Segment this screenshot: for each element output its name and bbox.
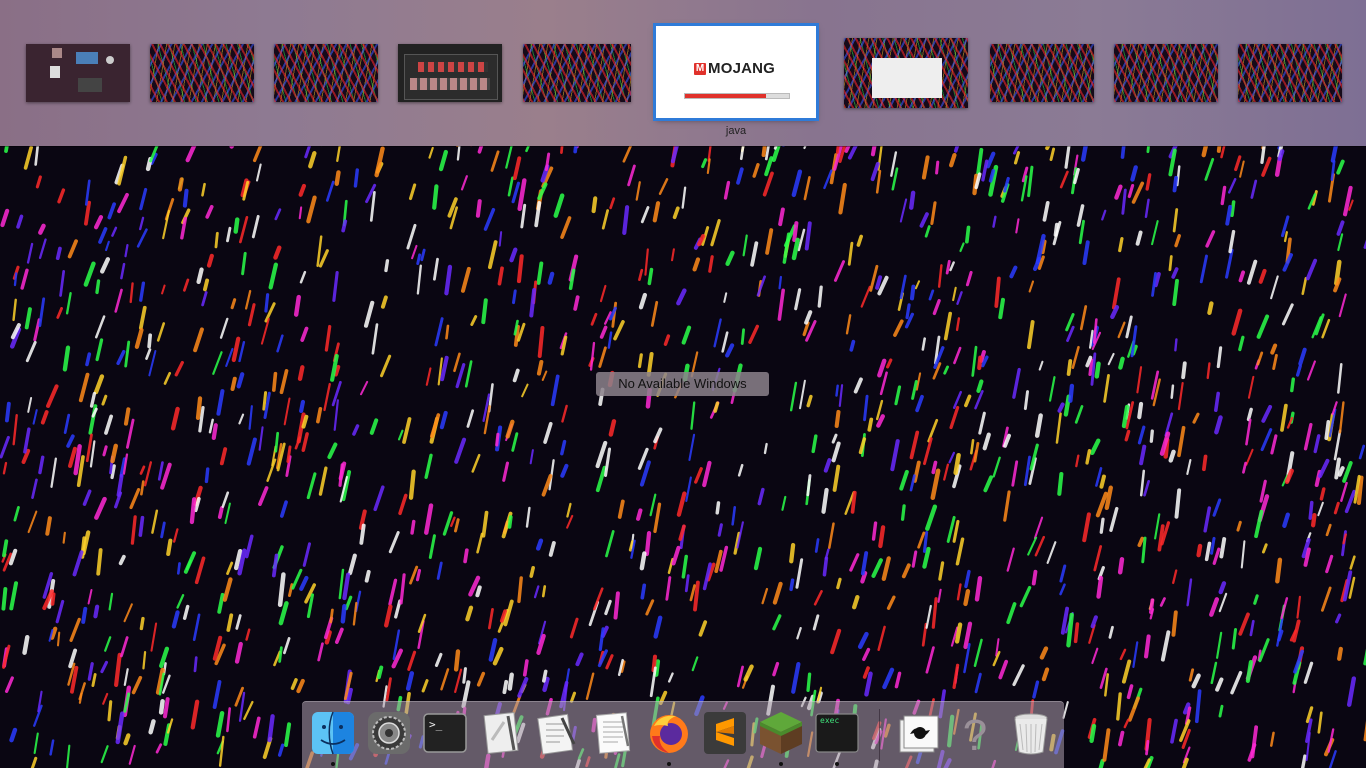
- terminal-icon: >_: [423, 713, 467, 753]
- mini-window: [106, 56, 114, 64]
- space-thumbnail-3[interactable]: [274, 44, 378, 102]
- trash-icon: [1014, 713, 1048, 755]
- space-thumbnail-10[interactable]: [1238, 44, 1342, 102]
- dock-item-system-preferences[interactable]: [366, 710, 412, 756]
- no-available-windows-label: No Available Windows: [596, 372, 769, 396]
- dock-separator: [879, 709, 880, 761]
- dock-item-minecraft[interactable]: [758, 710, 804, 766]
- dock-item-unknown[interactable]: ?: [952, 710, 998, 756]
- dock-item-trash[interactable]: [1008, 710, 1054, 756]
- selected-space-label: java: [725, 125, 747, 137]
- space-thumbnail-java-selected[interactable]: M MOJANG: [653, 23, 819, 121]
- mission-control-spaces-bar: M MOJANG java: [0, 0, 1366, 146]
- mini-window: [76, 52, 98, 64]
- dock-item-grapher[interactable]: [896, 710, 942, 756]
- grapher-icon: [899, 715, 939, 753]
- svg-text:>_: >_: [429, 718, 443, 731]
- space-thumbnail-7[interactable]: [844, 38, 968, 108]
- space-thumbnail-5[interactable]: [523, 44, 631, 102]
- dock-item-textedit[interactable]: [590, 710, 636, 756]
- mini-window: [78, 78, 102, 92]
- space-thumbnail-4[interactable]: [398, 44, 502, 102]
- script-editor-icon: [483, 711, 519, 755]
- running-indicator: [667, 762, 671, 766]
- firefox-icon: [650, 715, 688, 753]
- dock-item-terminal[interactable]: >_: [422, 710, 468, 756]
- dock-item-firefox[interactable]: [646, 710, 692, 766]
- dock-item-preview[interactable]: [534, 710, 580, 756]
- running-indicator: [779, 762, 783, 766]
- loading-progress-bar: [684, 93, 790, 99]
- sublime-icon: [704, 712, 746, 754]
- dock-item-finder[interactable]: [310, 710, 356, 766]
- mini-window: [410, 78, 490, 90]
- minecraft-icon: [760, 712, 802, 754]
- textedit-icon: [595, 712, 631, 754]
- mojang-logo: M MOJANG: [694, 60, 775, 77]
- dock-item-exec[interactable]: exec: [814, 710, 860, 766]
- dock: >_ exec ?: [302, 701, 1064, 768]
- space-thumbnail-2[interactable]: [150, 44, 254, 102]
- mojang-wordmark: MOJANG: [708, 60, 776, 77]
- running-indicator: [835, 762, 839, 766]
- mojang-mark-icon: M: [694, 62, 706, 75]
- question-icon: ?: [963, 711, 987, 756]
- preview-icon: [537, 713, 576, 755]
- space-thumbnail-8[interactable]: [990, 44, 1094, 102]
- finder-icon: [312, 711, 354, 755]
- loading-progress-fill: [685, 94, 767, 98]
- dock-item-script-editor[interactable]: [478, 710, 524, 756]
- mini-window: [52, 48, 62, 58]
- dock-item-sublime-text[interactable]: [702, 710, 748, 756]
- mini-window: [872, 58, 942, 98]
- mini-window: [50, 66, 60, 78]
- space-thumbnail-9[interactable]: [1114, 44, 1218, 102]
- mini-window: [404, 54, 498, 100]
- space-thumbnail-1[interactable]: [26, 44, 130, 102]
- gear-icon: [368, 712, 410, 754]
- running-indicator: [331, 762, 335, 766]
- mini-window: [418, 62, 488, 72]
- exec-icon-label: exec: [820, 716, 840, 725]
- svg-text:?: ?: [963, 711, 987, 756]
